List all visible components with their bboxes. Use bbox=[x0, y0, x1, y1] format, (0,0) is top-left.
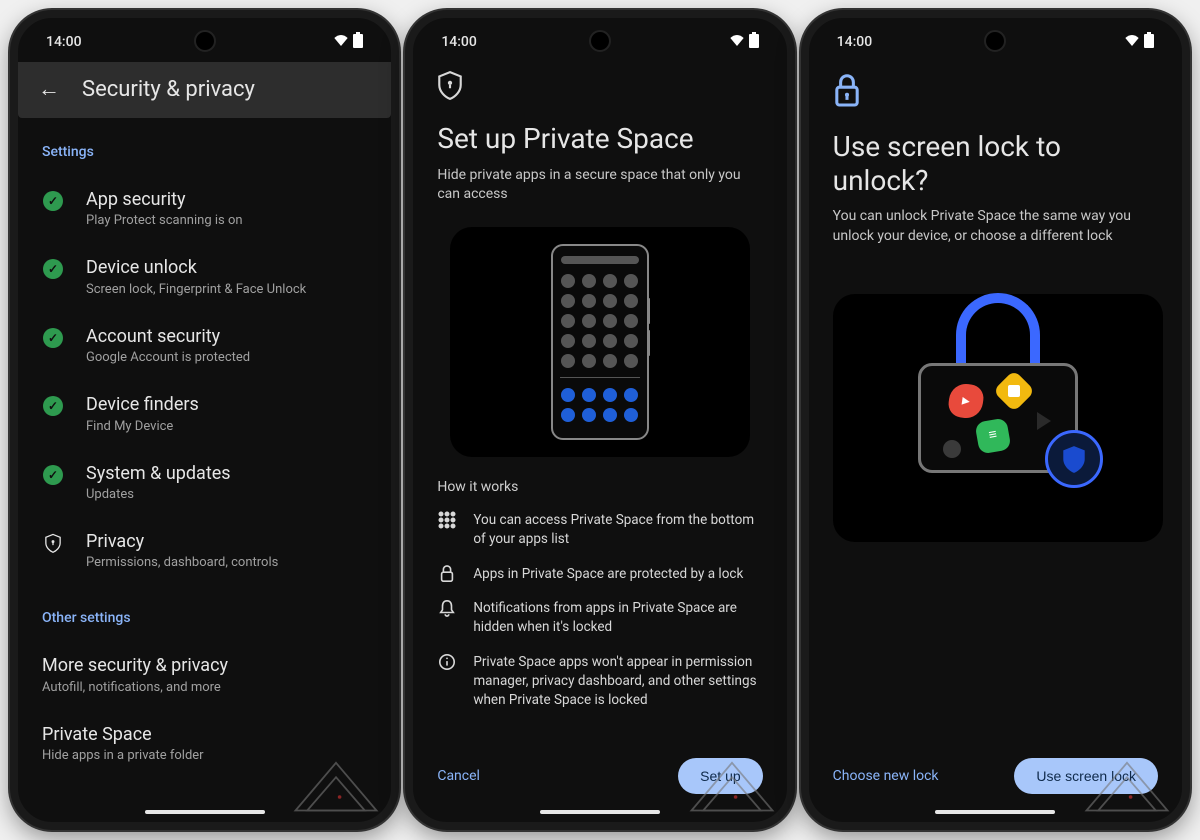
status-icons bbox=[1124, 32, 1154, 52]
cancel-button[interactable]: Cancel bbox=[437, 768, 480, 784]
check-icon: ✓ bbox=[42, 395, 64, 417]
page-lead: You can unlock Private Space the same wa… bbox=[833, 207, 1158, 246]
setting-row-device-finders[interactable]: ✓ Device finders Find My Device bbox=[42, 379, 367, 447]
page-header: ← Security & privacy bbox=[18, 62, 391, 118]
setting-row-privacy[interactable]: Privacy Permissions, dashboard, controls bbox=[42, 516, 367, 584]
camera-notch bbox=[984, 30, 1006, 52]
wifi-icon bbox=[1124, 34, 1140, 50]
setting-title: More security & privacy bbox=[42, 654, 228, 677]
check-icon: ✓ bbox=[42, 258, 64, 280]
setting-subtitle: Hide apps in a private folder bbox=[42, 748, 204, 763]
setting-row-system-updates[interactable]: ✓ System & updates Updates bbox=[42, 448, 367, 516]
lock-icon bbox=[437, 565, 457, 584]
setting-subtitle: Find My Device bbox=[86, 419, 199, 434]
private-space-shield-icon bbox=[437, 70, 762, 104]
setup-button[interactable]: Set up bbox=[678, 758, 762, 794]
setting-subtitle: Updates bbox=[86, 487, 231, 502]
setting-row-private-space[interactable]: Private Space Hide apps in a private fol… bbox=[42, 709, 367, 777]
setting-row-app-security[interactable]: ✓ App security Play Protect scanning is … bbox=[42, 174, 367, 242]
page-title: Use screen lock to unlock? bbox=[833, 130, 1158, 197]
battery-icon bbox=[1144, 32, 1154, 52]
status-time: 14:00 bbox=[46, 34, 82, 50]
nav-handle[interactable] bbox=[145, 810, 265, 814]
setting-title: Private Space bbox=[42, 723, 204, 746]
bottom-action-bar: Cancel Set up bbox=[437, 740, 762, 806]
info-icon bbox=[437, 653, 457, 710]
phone-use-screen-lock: 14:00 Use screen lock to unlock? You can… bbox=[801, 10, 1190, 830]
app-blob-red bbox=[946, 382, 984, 420]
setting-title: Device finders bbox=[86, 393, 199, 416]
wifi-icon bbox=[729, 34, 745, 50]
choose-new-lock-button[interactable]: Choose new lock bbox=[833, 768, 939, 784]
setting-subtitle: Play Protect scanning is on bbox=[86, 213, 243, 228]
setting-title: System & updates bbox=[86, 462, 231, 485]
back-arrow-icon[interactable]: ← bbox=[38, 76, 60, 102]
wifi-icon bbox=[333, 34, 349, 50]
setting-subtitle: Google Account is protected bbox=[86, 350, 250, 365]
app-blob-yellow bbox=[992, 370, 1034, 412]
phone-security-privacy: 14:00 ← Security & privacy Settings ✓ Ap… bbox=[10, 10, 399, 830]
page-lead: Hide private apps in a secure space that… bbox=[437, 166, 762, 205]
setting-row-device-unlock[interactable]: ✓ Device unlock Screen lock, Fingerprint… bbox=[42, 242, 367, 310]
setting-subtitle: Autofill, notifications, and more bbox=[42, 680, 228, 695]
how-text: You can access Private Space from the bo… bbox=[473, 511, 762, 549]
check-icon: ✓ bbox=[42, 190, 64, 212]
setting-subtitle: Screen lock, Fingerprint & Face Unlock bbox=[86, 282, 306, 297]
camera-notch bbox=[589, 30, 611, 52]
status-icons bbox=[333, 32, 363, 52]
section-label-settings: Settings bbox=[42, 144, 367, 160]
nav-handle[interactable] bbox=[935, 810, 1055, 814]
setting-title: Account security bbox=[86, 325, 250, 348]
setting-subtitle: Permissions, dashboard, controls bbox=[86, 555, 278, 570]
setting-title: Device unlock bbox=[86, 256, 306, 279]
how-row-notifications: Notifications from apps in Private Space… bbox=[437, 599, 762, 637]
shield-badge-icon bbox=[1045, 430, 1103, 488]
status-time: 14:00 bbox=[441, 34, 477, 50]
how-row-apps-list: You can access Private Space from the bo… bbox=[437, 511, 762, 549]
lock-hero-icon bbox=[833, 74, 1158, 112]
app-blob-green bbox=[974, 418, 1011, 455]
illustration-private-space bbox=[450, 227, 750, 457]
illustration-lock bbox=[833, 294, 1163, 542]
page-title: Security & privacy bbox=[82, 77, 255, 102]
battery-icon bbox=[749, 32, 759, 52]
battery-icon bbox=[353, 32, 363, 52]
page-title: Set up Private Space bbox=[437, 122, 762, 156]
setting-row-account-security[interactable]: ✓ Account security Google Account is pro… bbox=[42, 311, 367, 379]
setting-title: App security bbox=[86, 188, 243, 211]
how-text: Notifications from apps in Private Space… bbox=[473, 599, 762, 637]
how-text: Apps in Private Space are protected by a… bbox=[473, 565, 743, 584]
how-text: Private Space apps won't appear in permi… bbox=[473, 653, 762, 710]
bell-icon bbox=[437, 599, 457, 637]
status-icons bbox=[729, 32, 759, 52]
setting-row-more-security-privacy[interactable]: More security & privacy Autofill, notifi… bbox=[42, 640, 367, 708]
app-blob-grey bbox=[943, 440, 961, 458]
mini-phone-graphic bbox=[551, 244, 649, 440]
how-row-permission-info: Private Space apps won't appear in permi… bbox=[437, 653, 762, 710]
phone-setup-private-space: 14:00 Set up Private Space Hide private … bbox=[405, 10, 794, 830]
use-screen-lock-button[interactable]: Use screen lock bbox=[1014, 758, 1158, 794]
check-icon: ✓ bbox=[42, 464, 64, 486]
nav-handle[interactable] bbox=[540, 810, 660, 814]
status-time: 14:00 bbox=[837, 34, 873, 50]
section-label-other: Other settings bbox=[42, 610, 367, 626]
camera-notch bbox=[194, 30, 216, 52]
check-icon: ✓ bbox=[42, 327, 64, 349]
setting-title: Privacy bbox=[86, 530, 278, 553]
how-row-protected-lock: Apps in Private Space are protected by a… bbox=[437, 565, 762, 584]
how-it-works-label: How it works bbox=[437, 479, 762, 495]
triangle-graphic bbox=[1037, 412, 1051, 430]
shield-icon bbox=[42, 532, 64, 554]
bottom-action-bar: Choose new lock Use screen lock bbox=[833, 740, 1158, 806]
grid-icon bbox=[437, 511, 457, 549]
lock-body-graphic bbox=[918, 363, 1078, 473]
